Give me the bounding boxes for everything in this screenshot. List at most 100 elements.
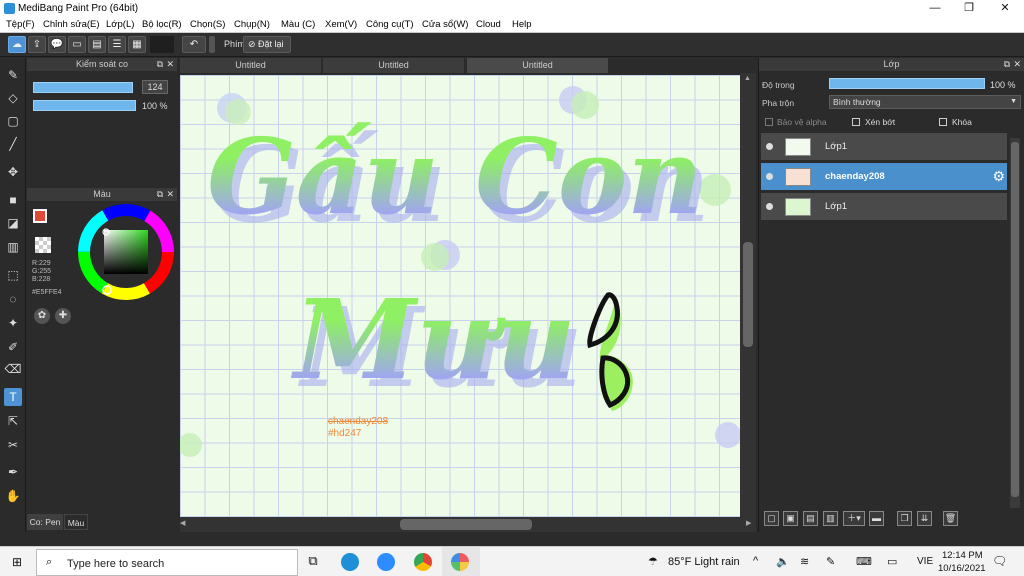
gear-icon[interactable]: ⚙ bbox=[992, 168, 1005, 185]
toolbar-handle[interactable] bbox=[209, 36, 215, 53]
palette-icon[interactable]: ✿ bbox=[34, 308, 50, 324]
undo-icon[interactable]: ↶ bbox=[182, 36, 206, 53]
grid-icon[interactable]: ▦ bbox=[128, 36, 146, 53]
brush-size-value[interactable]: 124 bbox=[142, 80, 168, 94]
new-halftone-layer-icon[interactable]: ▣ bbox=[783, 511, 798, 526]
vertical-scroll-thumb[interactable] bbox=[743, 242, 753, 347]
clipping-checkbox[interactable] bbox=[852, 118, 860, 126]
list-icon[interactable]: ☰ bbox=[108, 36, 126, 53]
palette-add-icon[interactable]: ✚ bbox=[55, 308, 71, 324]
magic-wand-tool-icon[interactable]: ✦ bbox=[4, 314, 22, 332]
lock-checkbox[interactable] bbox=[939, 118, 947, 126]
text-tool-icon[interactable]: T bbox=[4, 388, 22, 406]
vertical-scrollbar[interactable]: ▲ bbox=[740, 73, 756, 518]
new-1bit-layer-icon[interactable]: ▥ bbox=[823, 511, 838, 526]
delete-layer-icon[interactable]: 🗑 bbox=[943, 511, 958, 526]
windows-start-icon[interactable]: ⊞ bbox=[12, 555, 22, 569]
keyboard-icon[interactable]: ⌨ bbox=[856, 555, 872, 568]
duplicate-layer-icon[interactable]: ❐ bbox=[897, 511, 912, 526]
horizontal-scroll-thumb[interactable] bbox=[400, 519, 532, 530]
popout-icon[interactable]: ⧉ bbox=[1004, 58, 1010, 71]
menu-window[interactable]: Cửa sổ(W) bbox=[422, 19, 468, 30]
protect-alpha-checkbox[interactable] bbox=[765, 118, 773, 126]
medibang-icon[interactable] bbox=[451, 553, 469, 571]
layer-scroll-thumb[interactable] bbox=[1011, 142, 1019, 497]
notification-icon[interactable]: 🗨 bbox=[992, 554, 1007, 568]
add-layer-menu-icon[interactable]: ＋▾ bbox=[843, 511, 865, 526]
close-panel-icon[interactable]: ✕ bbox=[166, 188, 174, 201]
popout-icon[interactable]: ⧉ bbox=[157, 188, 163, 201]
menu-tools[interactable]: Công cụ(T) bbox=[366, 19, 414, 30]
brush-tool-icon[interactable]: ✎ bbox=[4, 66, 22, 84]
transparent-swatch[interactable] bbox=[35, 237, 51, 253]
language-indicator[interactable]: VIE bbox=[917, 556, 933, 567]
eyedropper-tool-icon[interactable]: ✒ bbox=[4, 463, 22, 481]
horizontal-scrollbar[interactable]: ◀ ▶ bbox=[180, 517, 756, 532]
line-tool-icon[interactable]: ╱ bbox=[4, 135, 22, 153]
doc-tab-3[interactable]: Untitled bbox=[467, 58, 609, 73]
select-pen-tool-icon[interactable]: ✐ bbox=[4, 338, 22, 356]
tab-color[interactable]: Màu bbox=[64, 514, 88, 530]
page-icon[interactable]: ▤ bbox=[88, 36, 106, 53]
reset-button[interactable]: ⊘ Đặt lại bbox=[243, 36, 291, 53]
visibility-icon[interactable] bbox=[766, 203, 773, 210]
gradient-tool-icon[interactable]: ▥ bbox=[4, 238, 22, 256]
color-wheel[interactable] bbox=[77, 203, 175, 301]
select-eraser-tool-icon[interactable]: ⌫ bbox=[4, 360, 22, 378]
maximize-button[interactable]: ❐ bbox=[952, 0, 986, 17]
menu-select[interactable]: Chọn(S) bbox=[190, 19, 225, 30]
layer-row[interactable]: Lớp1 bbox=[761, 133, 1007, 161]
layer-row-selected[interactable]: chaenday208 ⚙ bbox=[761, 163, 1007, 191]
merge-layer-icon[interactable]: ⇊ bbox=[917, 511, 932, 526]
menu-help[interactable]: Help bbox=[512, 19, 532, 30]
chrome-icon[interactable] bbox=[414, 553, 432, 571]
menu-edit[interactable]: Chỉnh sửa(E) bbox=[43, 19, 100, 30]
doc-tab-1[interactable]: Untitled bbox=[180, 58, 322, 73]
menu-view[interactable]: Xem(V) bbox=[325, 19, 357, 30]
menu-cloud[interactable]: Cloud bbox=[476, 19, 501, 30]
popout-icon[interactable]: ⧉ bbox=[157, 58, 163, 71]
cloud-icon[interactable]: ☁ bbox=[8, 36, 26, 53]
scroll-up-icon[interactable]: ▲ bbox=[744, 75, 751, 82]
brush-opacity-slider[interactable] bbox=[33, 100, 136, 111]
speaker-icon[interactable]: 🔈 bbox=[776, 555, 790, 568]
tab-brush[interactable]: Co: Pen bbox=[27, 514, 63, 530]
visibility-icon[interactable] bbox=[766, 143, 773, 150]
new-8bit-layer-icon[interactable]: ▤ bbox=[803, 511, 818, 526]
operation-tool-icon[interactable]: ⇱ bbox=[4, 412, 22, 430]
menu-capture[interactable]: Chụp(N) bbox=[234, 19, 270, 30]
scroll-left-icon[interactable]: ◀ bbox=[180, 519, 185, 527]
chat-icon[interactable]: ▭ bbox=[68, 36, 86, 53]
blend-mode-select[interactable]: Bình thường ▼ bbox=[829, 95, 1021, 109]
wifi-icon[interactable]: ≋ bbox=[800, 555, 809, 568]
lasso-tool-icon[interactable]: ◌ bbox=[4, 290, 22, 308]
menu-filter[interactable]: Bộ lọc(R) bbox=[142, 19, 182, 30]
drawing-canvas[interactable]: Gấu Con Gấu Con Mưu Mưu chaenday208 #hd2… bbox=[180, 75, 740, 517]
weather-text[interactable]: 85°F Light rain bbox=[668, 556, 740, 568]
share-icon[interactable]: ⇪ bbox=[28, 36, 46, 53]
menu-file[interactable]: Tệp(F) bbox=[6, 19, 35, 30]
close-button[interactable]: ✕ bbox=[988, 0, 1022, 17]
select-rect-tool-icon[interactable]: ⬚ bbox=[4, 266, 22, 284]
weather-icon[interactable]: ☂ bbox=[648, 555, 658, 568]
hand-tool-icon[interactable]: ✋ bbox=[4, 487, 22, 505]
menu-color[interactable]: Màu (C) bbox=[281, 19, 315, 30]
taskbar-search[interactable]: ⌕ Type here to search bbox=[36, 549, 298, 576]
zoom-icon[interactable] bbox=[377, 553, 395, 571]
display-icon[interactable]: ▭ bbox=[887, 555, 897, 568]
layer-scrollbar[interactable] bbox=[1010, 138, 1020, 508]
bucket-tool-icon[interactable]: ◪ bbox=[4, 214, 22, 232]
clock-date[interactable]: 10/16/2021 bbox=[938, 563, 986, 574]
minimize-button[interactable]: — bbox=[918, 0, 952, 17]
comment-icon[interactable]: 💬 bbox=[48, 36, 66, 53]
pen-icon[interactable]: ✎ bbox=[826, 555, 835, 568]
divide-tool-icon[interactable]: ✂ bbox=[4, 436, 22, 454]
clock-time[interactable]: 12:14 PM bbox=[942, 550, 983, 561]
folder-icon[interactable]: ▬ bbox=[869, 511, 884, 526]
close-panel-icon[interactable]: ✕ bbox=[166, 58, 174, 71]
layer-opacity-slider[interactable] bbox=[829, 78, 985, 89]
brush-size-slider[interactable] bbox=[33, 82, 133, 93]
eraser-tool-icon[interactable]: ◇ bbox=[4, 89, 22, 107]
chevron-up-icon[interactable]: ^ bbox=[753, 555, 758, 567]
fill-rect-tool-icon[interactable]: ■ bbox=[4, 191, 22, 209]
